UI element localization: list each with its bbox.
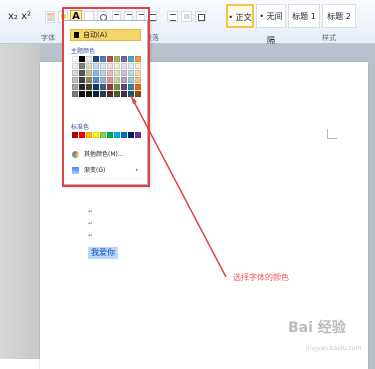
annotation-arrow [130,95,227,278]
baidu-watermark: Bai 经验 jingyan.baidu.com [288,319,362,353]
word-screenshot: x₂ x² A 字体 段落 样式 • 正文 • 无间隔 标题 1 标题 2 ↵ … [0,0,375,369]
annotation-label: 选择字体的颜色 [233,273,289,282]
watermark-main-text: Bai 经验 [288,320,346,336]
watermark-subtext: jingyan.baidu.com [306,345,362,352]
annotation-text: 选择字体的颜色 [233,272,289,283]
